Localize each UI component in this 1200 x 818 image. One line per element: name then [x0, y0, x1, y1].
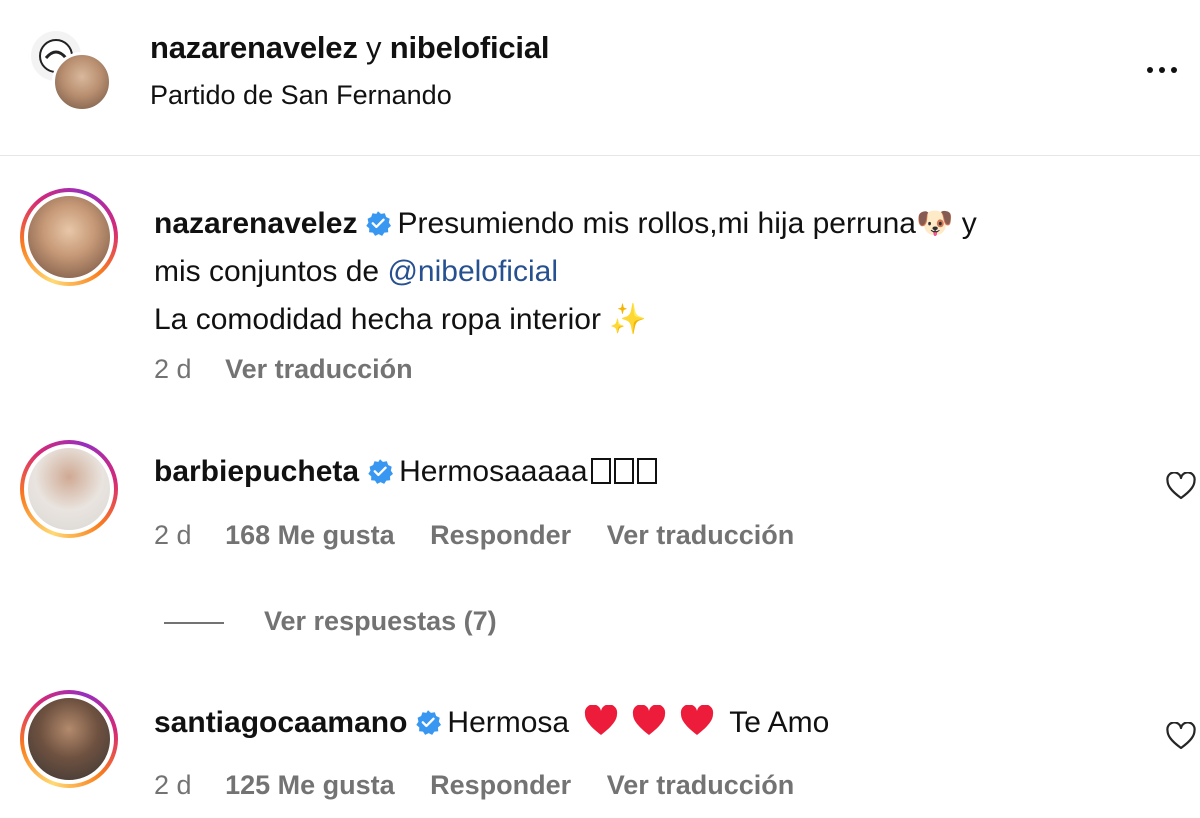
replies-divider-line — [164, 621, 224, 624]
comment-barbiepucheta: barbiepucheta Hermosaaaaa — [154, 455, 657, 489]
avatar-santiagocaamano[interactable] — [20, 690, 118, 788]
comment-santiagocaamano: santiagocaamano Hermosa Te Amo — [154, 705, 829, 740]
translate-link[interactable]: Ver traducción — [607, 770, 795, 800]
more-options-button[interactable] — [1138, 56, 1186, 84]
unrendered-emoji — [613, 458, 634, 484]
likes-count[interactable]: 168 Me gusta — [225, 520, 395, 550]
red-heart-icon — [585, 705, 618, 735]
unrendered-emoji — [636, 458, 657, 484]
post-meta: 2 d Ver traducción — [154, 354, 441, 385]
avatar-image — [24, 192, 114, 282]
unrendered-emoji — [590, 458, 611, 484]
comment-time[interactable]: 2 d — [154, 770, 192, 800]
more-icon-dot — [1171, 67, 1177, 73]
dog-emoji: 🐶 — [916, 206, 954, 241]
comment-username[interactable]: santiagocaamano — [154, 706, 407, 739]
sparkle-emoji: ✨ — [609, 302, 647, 337]
comment-body-after: Te Amo — [729, 706, 830, 739]
caption-line1: Presumiendo mis rollos,mi hija perruna — [397, 207, 916, 240]
red-heart-icon — [681, 705, 714, 735]
avatar-image — [24, 694, 114, 784]
red-heart-icon — [633, 705, 666, 735]
comment-username[interactable]: barbiepucheta — [154, 455, 359, 488]
caption-after-emoji: y — [953, 207, 977, 240]
verified-badge-icon — [416, 710, 442, 735]
reply-button[interactable]: Responder — [430, 770, 571, 800]
view-replies-label: Ver respuestas (7) — [264, 606, 497, 636]
heart-outline-icon[interactable] — [1166, 722, 1196, 750]
header-user1[interactable]: nazarenavelez — [150, 30, 358, 65]
translate-link[interactable]: Ver traducción — [607, 520, 795, 550]
likes-count[interactable]: 125 Me gusta — [225, 770, 395, 800]
mention-link[interactable]: @nibeloficial — [387, 255, 558, 288]
header-conjunction: y — [357, 30, 390, 65]
header-user2[interactable]: nibeloficial — [390, 30, 550, 65]
verified-badge-icon — [368, 459, 394, 484]
comment-meta: 2 d 125 Me gusta Responder Ver traducció… — [154, 770, 822, 801]
collab-title: nazarenavelez y nibeloficial — [150, 30, 550, 66]
post-header: nazarenavelez y nibeloficial Partido de … — [0, 0, 1200, 156]
caption-username[interactable]: nazarenavelez — [154, 207, 357, 240]
post-translate-link[interactable]: Ver traducción — [225, 354, 413, 384]
caption-line3: La comodidad hecha ropa interior — [154, 303, 601, 336]
post-caption: nazarenavelez Presumiendo mis rollos,mi h… — [154, 200, 1154, 344]
more-icon-dot — [1147, 67, 1153, 73]
heart-outline-icon[interactable] — [1166, 472, 1196, 500]
view-replies-button[interactable]: Ver respuestas (7) — [164, 606, 497, 637]
comment-meta: 2 d 168 Me gusta Responder Ver traducció… — [154, 520, 822, 551]
comment-body: Hermosa — [447, 706, 570, 739]
comment-body: Hermosaaaaa — [399, 455, 588, 488]
location-link[interactable]: Partido de San Fernando — [150, 80, 452, 111]
more-icon-dot — [1159, 67, 1165, 73]
verified-badge-icon — [366, 211, 392, 236]
avatar-nazarenavelez-small[interactable] — [52, 52, 112, 112]
avatar-nazarenavelez[interactable] — [20, 188, 118, 286]
avatar-image — [24, 444, 114, 534]
reply-button[interactable]: Responder — [430, 520, 571, 550]
caption-line2: mis conjuntos de — [154, 255, 388, 288]
post-time[interactable]: 2 d — [154, 354, 192, 384]
collab-avatars[interactable] — [28, 28, 118, 118]
comment-time[interactable]: 2 d — [154, 520, 192, 550]
avatar-barbiepucheta[interactable] — [20, 440, 118, 538]
